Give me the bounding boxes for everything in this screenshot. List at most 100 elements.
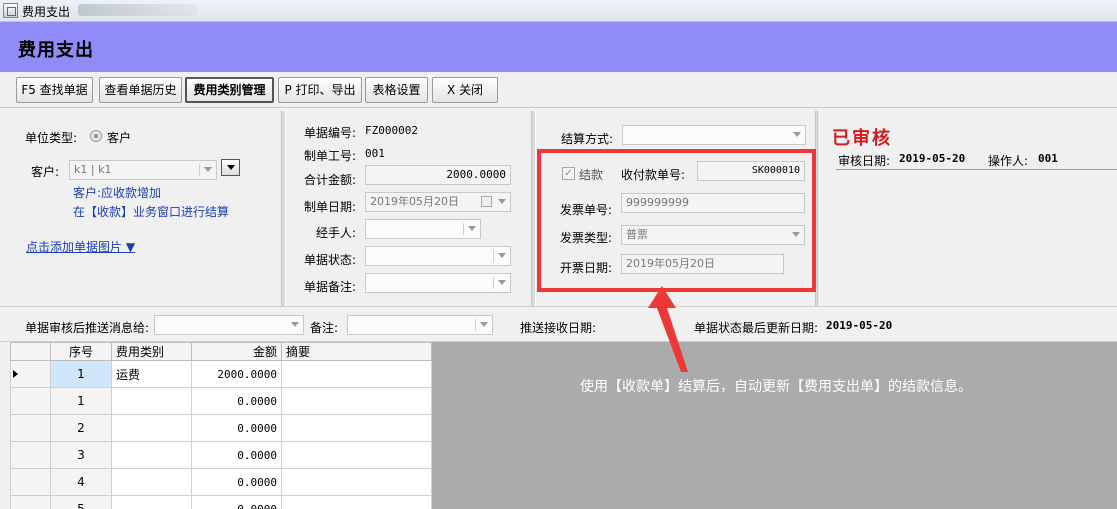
close-button[interactable]: X 关闭 — [432, 77, 498, 103]
summary-cell[interactable] — [281, 468, 432, 496]
seq-cell[interactable]: 2 — [50, 414, 112, 442]
category-cell[interactable] — [111, 414, 192, 442]
summary-cell[interactable] — [281, 441, 432, 469]
window-title-extra — [78, 4, 198, 16]
seq-cell[interactable]: 3 — [50, 441, 112, 469]
amount-cell[interactable]: 0.0000 — [191, 414, 282, 442]
amount-cell[interactable]: 0.0000 — [191, 441, 282, 469]
row-header — [10, 414, 51, 442]
column-header-category[interactable]: 费用类别 — [111, 342, 192, 361]
amount-cell[interactable]: 0.0000 — [191, 495, 282, 509]
seq-cell[interactable]: 1 — [50, 360, 112, 388]
customer-select[interactable]: k1 | k1 — [69, 160, 217, 180]
operator-value: 001 — [1038, 152, 1058, 165]
category-cell[interactable] — [111, 468, 192, 496]
dropdown-separator — [493, 277, 494, 289]
category-cell[interactable]: 运费 — [111, 360, 192, 388]
column-header-amount[interactable]: 金额 — [191, 342, 282, 361]
category-cell[interactable] — [111, 387, 192, 415]
chevron-down-icon — [204, 167, 212, 172]
table-row[interactable]: 1 0.0000 — [10, 387, 432, 415]
seq-cell[interactable]: 5 — [50, 495, 112, 509]
total-amount-field: 2000.0000 — [365, 165, 511, 185]
chevron-down-icon — [498, 199, 506, 204]
summary-cell[interactable] — [281, 414, 432, 442]
document-remark-label: 单据备注: — [304, 280, 357, 294]
total-amount-label: 合计金额: — [304, 173, 357, 187]
table-row[interactable]: 3 0.0000 — [10, 441, 432, 469]
chevron-down-icon — [498, 253, 506, 258]
document-date-label: 制单日期: — [304, 200, 357, 214]
document-remark-select[interactable] — [365, 273, 511, 293]
panel-divider — [281, 111, 286, 306]
customer-note-settlement: 在【收款】业务窗口进行结算 — [73, 205, 230, 219]
table-settings-button[interactable]: 表格设置 — [365, 77, 428, 103]
amount-cell[interactable]: 0.0000 — [191, 387, 282, 415]
window-title: 费用支出 — [22, 5, 71, 19]
note-select[interactable] — [347, 315, 493, 335]
toolbar: F5 查找单据 查看单据历史 费用类别管理 P 打印、导出 表格设置 X 关闭 — [0, 72, 1117, 108]
audit-status-stamp: 已审核 — [832, 128, 892, 149]
push-settings-bar: 单据审核后推送消息给: 备注: 推送接收日期: 单据状态最后更新日期: 2019… — [0, 306, 1117, 342]
summary-cell[interactable] — [281, 495, 432, 509]
summary-cell[interactable] — [281, 387, 432, 415]
dropdown-separator — [493, 250, 494, 262]
current-row-arrow-icon — [13, 370, 18, 378]
maker-id-label: 制单工号: — [304, 149, 357, 163]
amount-cell[interactable]: 2000.0000 — [191, 360, 282, 388]
column-header-summary[interactable]: 摘要 — [281, 342, 432, 361]
last-status-update-label: 单据状态最后更新日期: — [694, 321, 819, 335]
chevron-down-icon — [498, 280, 506, 285]
expense-detail-table: 序号 费用类别 金额 摘要 1 运费 2000.0000 1 0.0000 2 … — [10, 342, 432, 509]
find-document-button[interactable]: F5 查找单据 — [16, 77, 93, 103]
customer-note-receivable: 客户:应收款增加 — [73, 186, 162, 200]
category-cell[interactable] — [111, 495, 192, 509]
settlement-highlight-box — [537, 149, 816, 292]
row-header — [10, 360, 51, 388]
unit-type-customer-label: 客户 — [107, 131, 132, 145]
chevron-down-icon — [480, 322, 488, 327]
table-row[interactable]: 2 0.0000 — [10, 414, 432, 442]
document-date-value: 2019年05月20日 — [370, 195, 459, 208]
customer-lookup-button[interactable] — [221, 159, 240, 176]
print-export-button[interactable]: P 打印、导出 — [278, 77, 362, 103]
dropdown-separator — [475, 319, 476, 331]
settlement-method-select[interactable] — [622, 125, 806, 145]
customer-select-value: k1 | k1 — [74, 163, 112, 176]
operator-label: 操作人: — [988, 154, 1029, 168]
category-cell[interactable] — [111, 441, 192, 469]
seq-cell[interactable]: 4 — [50, 468, 112, 496]
push-receive-date-label: 推送接收日期: — [520, 321, 597, 335]
table-row[interactable]: 5 0.0000 — [10, 495, 432, 509]
chevron-down-icon — [291, 322, 299, 327]
handler-select[interactable] — [365, 219, 481, 239]
seq-cell[interactable]: 1 — [50, 387, 112, 415]
dropdown-separator — [199, 164, 200, 176]
table-header-row: 序号 费用类别 金额 摘要 — [10, 342, 432, 361]
table-row[interactable]: 1 运费 2000.0000 — [10, 360, 432, 388]
audit-date-label: 审核日期: — [838, 154, 891, 168]
view-history-button[interactable]: 查看单据历史 — [99, 77, 182, 103]
document-date-picker[interactable]: 2019年05月20日 — [365, 192, 511, 212]
document-number-value: FZ000002 — [365, 124, 418, 137]
unit-type-customer-radio[interactable] — [90, 130, 102, 142]
handler-label: 经手人: — [316, 226, 357, 240]
summary-cell[interactable] — [281, 360, 432, 388]
push-recipient-select[interactable] — [154, 315, 304, 335]
app-icon — [3, 3, 18, 18]
expense-category-management-button[interactable]: 费用类别管理 — [185, 77, 274, 103]
table-row[interactable]: 4 0.0000 — [10, 468, 432, 496]
row-header — [10, 495, 51, 509]
push-message-label: 单据审核后推送消息给: — [25, 321, 150, 335]
settlement-method-label: 结算方式: — [561, 132, 614, 146]
add-document-image-link[interactable]: 点击添加单据图片 ▼ — [26, 238, 135, 255]
amount-cell[interactable]: 0.0000 — [191, 468, 282, 496]
calendar-icon — [481, 196, 492, 207]
chevron-down-icon — [793, 132, 801, 137]
document-status-select[interactable] — [365, 246, 511, 266]
row-header — [10, 441, 51, 469]
column-header-seq[interactable]: 序号 — [50, 342, 112, 361]
last-status-update-value: 2019-05-20 — [826, 319, 893, 332]
expense-grid-area: 序号 费用类别 金额 摘要 1 运费 2000.0000 1 0.0000 2 … — [10, 342, 1117, 509]
maker-id-value: 001 — [365, 147, 385, 160]
